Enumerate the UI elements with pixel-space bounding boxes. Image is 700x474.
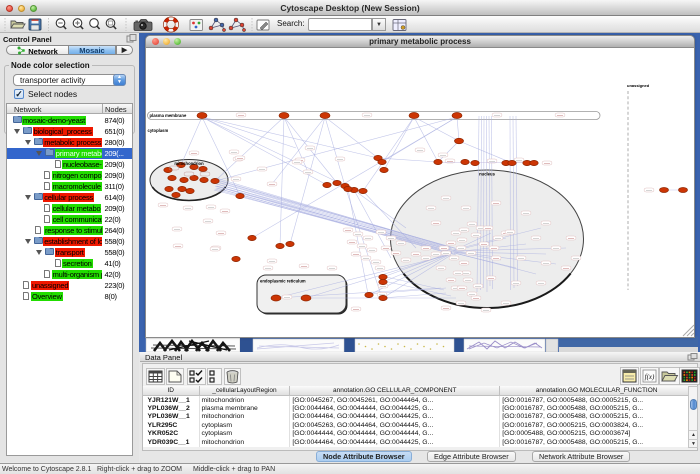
svg-text:nucleus: nucleus [479,172,495,177]
svg-text:mitochondrion: mitochondrion [174,161,204,166]
svg-text:f(x): f(x) [645,373,655,381]
svg-text:unassigned: unassigned [627,83,650,88]
svg-text:plasma membrane: plasma membrane [150,113,187,118]
svg-text:endoplasmic reticulum: endoplasmic reticulum [260,279,306,284]
svg-text:cytoplasm: cytoplasm [148,128,169,133]
